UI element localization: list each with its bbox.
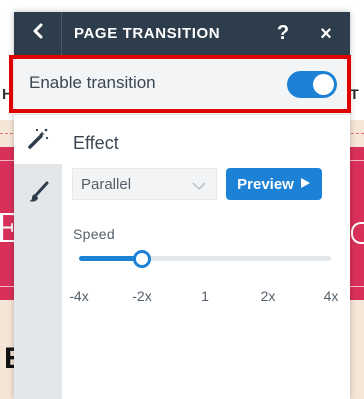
speed-tick-label: 1: [201, 288, 209, 304]
chevron-left-icon: [32, 23, 44, 44]
back-button[interactable]: [14, 12, 62, 55]
rail-tab-style[interactable]: [14, 174, 62, 214]
enable-transition-row: Enable transition: [14, 55, 350, 115]
effect-select[interactable]: Parallel: [72, 168, 217, 200]
play-icon: [300, 176, 311, 193]
enable-transition-toggle[interactable]: [287, 71, 337, 98]
paintbrush-icon: [27, 181, 49, 208]
page-transition-panel: PAGE TRANSITION ? × Enable transition Ef…: [14, 12, 350, 399]
preview-button[interactable]: Preview: [226, 168, 322, 200]
speed-tick-label: 2x: [260, 288, 276, 304]
speed-slider-thumb[interactable]: [133, 250, 151, 268]
toggle-knob: [313, 74, 334, 95]
effect-select-value: Parallel: [81, 176, 132, 193]
rail-tab-effect[interactable]: [14, 116, 62, 164]
speed-label: Speed: [73, 226, 115, 242]
magic-wand-icon: [27, 127, 49, 154]
side-rail: [14, 116, 62, 399]
speed-tick-label: -2x: [132, 288, 152, 304]
preview-button-label: Preview: [237, 175, 294, 193]
enable-transition-label: Enable transition: [29, 73, 156, 92]
effect-settings: Effect Parallel Preview Speed -4x -2x 1 …: [62, 116, 350, 399]
background-nav-text-left: H: [2, 86, 13, 103]
effect-section-title: Effect: [73, 133, 119, 153]
close-button[interactable]: ×: [314, 12, 338, 55]
panel-title: PAGE TRANSITION: [74, 25, 221, 42]
help-button[interactable]: ?: [271, 12, 295, 55]
panel-header: PAGE TRANSITION ? ×: [14, 12, 350, 55]
speed-tick-label: -4x: [69, 288, 89, 304]
speed-tick-label: 4x: [323, 288, 339, 304]
chevron-down-icon: [192, 178, 206, 196]
background-hero-ornament: [351, 222, 364, 244]
